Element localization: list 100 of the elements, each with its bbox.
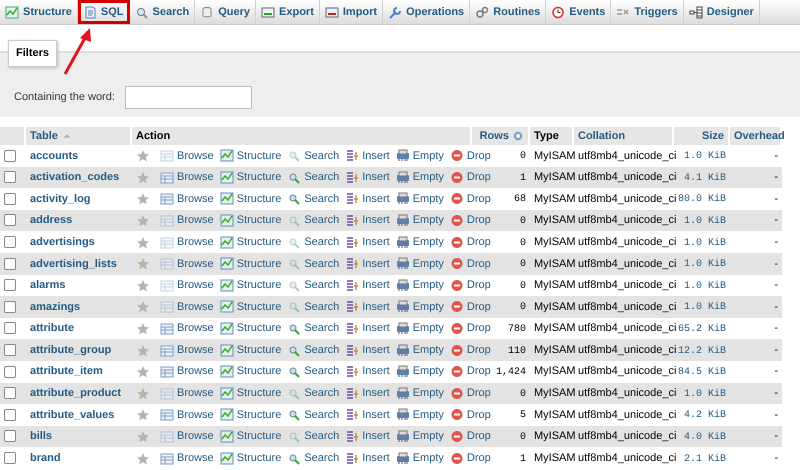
action-link[interactable]: Browse bbox=[160, 320, 214, 337]
action-link[interactable]: Drop bbox=[450, 169, 491, 186]
action-link[interactable]: Browse bbox=[160, 190, 214, 208]
action-link[interactable]: Search bbox=[287, 320, 340, 337]
tab[interactable]: Export bbox=[256, 0, 320, 24]
action-link[interactable]: Structure bbox=[220, 234, 282, 250]
tab[interactable]: Search bbox=[130, 0, 196, 24]
action-link[interactable]: Empty bbox=[396, 428, 444, 445]
action-link[interactable]: Drop bbox=[450, 298, 491, 316]
action-link[interactable]: Insert bbox=[345, 298, 390, 316]
action-link[interactable]: Search bbox=[287, 342, 340, 358]
action-link[interactable]: Empty bbox=[396, 256, 444, 272]
action-link[interactable]: Empty bbox=[396, 342, 444, 358]
action-link[interactable]: Browse bbox=[160, 256, 214, 272]
action-link[interactable]: Browse bbox=[160, 234, 214, 250]
tab[interactable]: Structure bbox=[0, 0, 78, 24]
action-link[interactable]: Empty bbox=[396, 385, 444, 402]
action-link[interactable]: Search bbox=[287, 256, 340, 272]
action-link[interactable]: Browse bbox=[160, 450, 214, 466]
action-link[interactable]: Browse bbox=[160, 342, 214, 358]
action-link[interactable]: Structure bbox=[220, 298, 282, 316]
action-link[interactable]: Drop bbox=[450, 212, 491, 229]
action-link[interactable]: Structure bbox=[220, 169, 282, 186]
tab[interactable]: Query bbox=[195, 0, 256, 24]
table-name-link[interactable]: activity_log bbox=[30, 192, 91, 205]
table-name-link[interactable]: attribute_values bbox=[30, 408, 114, 421]
action-link[interactable]: Browse bbox=[160, 277, 214, 294]
action-link[interactable]: Insert bbox=[345, 406, 390, 424]
tab[interactable]: Events bbox=[546, 0, 612, 24]
action-link[interactable]: Drop bbox=[450, 385, 491, 402]
action-link[interactable]: Browse bbox=[160, 385, 214, 402]
action-link[interactable]: Empty bbox=[396, 320, 444, 337]
action-link[interactable]: Structure bbox=[220, 363, 282, 380]
action-link[interactable]: Empty bbox=[396, 450, 444, 466]
action-link[interactable]: Structure bbox=[220, 190, 282, 208]
action-link[interactable]: Structure bbox=[220, 450, 282, 466]
action-link[interactable]: Browse bbox=[160, 428, 214, 445]
action-link[interactable]: Insert bbox=[345, 320, 390, 337]
action-link[interactable]: Empty bbox=[396, 277, 444, 294]
tab[interactable]: Designer bbox=[684, 0, 760, 24]
action-link[interactable]: Empty bbox=[396, 190, 444, 208]
action-link[interactable]: Search bbox=[287, 169, 340, 186]
action-link[interactable]: Insert bbox=[345, 277, 390, 294]
action-link[interactable]: Search bbox=[287, 277, 340, 294]
action-link[interactable]: Drop bbox=[450, 363, 491, 380]
action-link[interactable]: Insert bbox=[345, 212, 390, 229]
action-link[interactable]: Browse bbox=[160, 298, 214, 316]
table-name-link[interactable]: accounts bbox=[30, 150, 78, 162]
action-link[interactable]: Structure bbox=[220, 428, 282, 445]
action-link[interactable]: Structure bbox=[220, 320, 282, 337]
action-link[interactable]: Insert bbox=[345, 450, 390, 466]
tab[interactable]: SQL bbox=[78, 0, 130, 24]
action-link[interactable]: Insert bbox=[345, 256, 390, 272]
action-link[interactable]: Insert bbox=[345, 363, 390, 380]
action-link[interactable]: Structure bbox=[220, 148, 282, 164]
table-name-link[interactable]: alarms bbox=[30, 279, 66, 292]
column-header[interactable]: Overhead bbox=[734, 130, 785, 142]
action-link[interactable]: Search bbox=[287, 190, 340, 208]
table-name-link[interactable]: bills bbox=[30, 430, 52, 442]
action-link[interactable]: Insert bbox=[345, 428, 390, 445]
action-link[interactable]: Search bbox=[287, 385, 340, 402]
action-link[interactable]: Structure bbox=[220, 277, 282, 294]
table-name-link[interactable]: attribute_item bbox=[30, 365, 103, 378]
tab[interactable]: Operations bbox=[383, 0, 470, 24]
action-link[interactable]: Structure bbox=[220, 212, 282, 229]
action-link[interactable]: Empty bbox=[396, 406, 444, 424]
tab[interactable]: Import bbox=[320, 0, 384, 24]
action-link[interactable]: Structure bbox=[220, 342, 282, 358]
action-link[interactable]: Search bbox=[287, 212, 340, 229]
action-link[interactable]: Empty bbox=[396, 363, 444, 380]
table-name-link[interactable]: attribute bbox=[30, 322, 74, 334]
action-link[interactable]: Insert bbox=[345, 342, 390, 358]
action-link[interactable]: Browse bbox=[160, 363, 214, 380]
action-link[interactable]: Search bbox=[287, 234, 340, 250]
tab[interactable]: Routines bbox=[470, 0, 546, 24]
action-link[interactable]: Drop bbox=[450, 190, 491, 208]
action-link[interactable]: Search bbox=[287, 406, 340, 424]
action-link[interactable]: Drop bbox=[450, 406, 491, 424]
action-link[interactable]: Drop bbox=[450, 450, 491, 466]
column-header[interactable]: Table bbox=[30, 130, 58, 142]
action-link[interactable]: Empty bbox=[396, 169, 444, 186]
tab[interactable]: Triggers bbox=[611, 0, 684, 24]
action-link[interactable]: Structure bbox=[220, 385, 282, 402]
action-link[interactable]: Drop bbox=[450, 234, 491, 250]
action-link[interactable]: Browse bbox=[160, 148, 214, 164]
action-link[interactable]: Search bbox=[287, 148, 340, 164]
action-link[interactable]: Drop bbox=[450, 277, 491, 294]
action-link[interactable]: Insert bbox=[345, 148, 390, 164]
action-link[interactable]: Browse bbox=[160, 169, 214, 186]
action-link[interactable]: Empty bbox=[396, 148, 444, 164]
action-link[interactable]: Structure bbox=[220, 406, 282, 424]
action-link[interactable]: Browse bbox=[160, 212, 214, 229]
action-link[interactable]: Empty bbox=[396, 234, 444, 250]
action-link[interactable]: Search bbox=[287, 298, 340, 316]
action-link[interactable]: Drop bbox=[450, 256, 491, 272]
action-link[interactable]: Search bbox=[287, 428, 340, 445]
table-name-link[interactable]: advertisings bbox=[30, 236, 95, 248]
action-link[interactable]: Browse bbox=[160, 406, 214, 424]
action-link[interactable]: Search bbox=[287, 363, 340, 380]
action-link[interactable]: Drop bbox=[450, 342, 491, 358]
